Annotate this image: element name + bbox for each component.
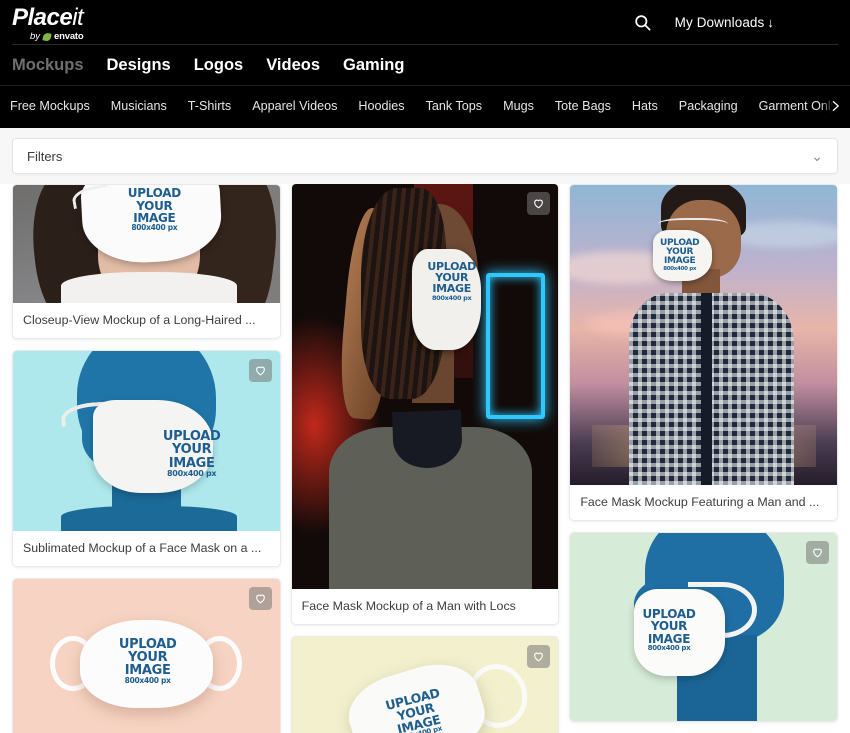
mockup-card[interactable]: UPLOAD YOUR IMAGE 800x400 px Closeup-Vie… xyxy=(12,184,281,339)
header-top-row: Placeit by envato My Downloads ↓ xyxy=(0,0,850,45)
heart-icon[interactable] xyxy=(248,587,272,610)
filters-dropdown[interactable]: Filters ⌄ xyxy=(12,138,838,174)
right-column: UPLOAD YOUR IMAGE 800x400 px Face Mask M… xyxy=(569,184,839,733)
card-thumbnail[interactable]: UPLOAD YOUR IMAGE 800x400 px xyxy=(13,579,280,733)
face-mask-shape xyxy=(411,248,481,351)
placeit-logo[interactable]: Placeit by envato xyxy=(12,3,84,42)
logo-byline: by envato xyxy=(30,30,84,42)
nav-item-gaming[interactable]: Gaming xyxy=(343,56,404,75)
mockup-card[interactable]: UPLOAD YOUR IMAGE 800x400 px xyxy=(290,636,560,733)
neon-light-shape xyxy=(486,273,546,419)
my-downloads-link[interactable]: My Downloads ↓ xyxy=(675,15,774,30)
site-header: Placeit by envato My Downloads ↓ Mockups … xyxy=(0,0,850,128)
card-title: Closeup-View Mockup of a Long-Haired ... xyxy=(23,313,256,327)
face-mask-shape xyxy=(93,399,213,494)
card-thumbnail[interactable]: UPLOAD YOUR IMAGE 800x400 px xyxy=(570,533,838,721)
plaid-shirt-shape xyxy=(629,293,795,485)
mockup-card[interactable]: UPLOAD YOUR IMAGE 800x400 px xyxy=(12,578,281,733)
card-thumbnail[interactable]: UPLOAD YOUR IMAGE 800x400 px xyxy=(570,185,838,485)
mockup-results-grid: UPLOAD YOUR IMAGE 800x400 px Closeup-Vie… xyxy=(0,184,850,733)
subnav-item-hoodies[interactable]: Hoodies xyxy=(358,99,404,113)
nav-item-videos[interactable]: Videos xyxy=(266,56,320,75)
heart-icon[interactable] xyxy=(248,359,272,382)
category-subnav: Free Mockups Musicians T-Shirts Apparel … xyxy=(0,85,850,125)
search-icon[interactable] xyxy=(633,13,653,33)
header-divider xyxy=(12,44,838,45)
card-title: Face Mask Mockup of a Man with Locs xyxy=(301,599,516,613)
nav-item-mockups[interactable]: Mockups xyxy=(12,56,84,75)
card-thumbnail[interactable]: UPLOAD YOUR IMAGE 800x400 px xyxy=(291,184,559,589)
subnav-item-free-mockups[interactable]: Free Mockups xyxy=(10,99,90,113)
filters-section: Filters ⌄ xyxy=(0,128,850,184)
shirt-shape xyxy=(61,272,237,303)
mannequin-shoulder-shape xyxy=(61,505,237,531)
subnav-item-packaging[interactable]: Packaging xyxy=(679,99,738,113)
face-mask-shape xyxy=(79,619,213,708)
logo-wordmark: Placeit xyxy=(12,3,84,31)
subnav-item-apparel-videos[interactable]: Apparel Videos xyxy=(252,99,337,113)
download-arrow-icon: ↓ xyxy=(767,15,774,30)
middle-column: UPLOAD YOUR IMAGE 800x400 px Face Mask M… xyxy=(290,184,560,733)
face-mask-shape xyxy=(653,230,712,281)
card-thumbnail[interactable]: UPLOAD YOUR IMAGE 800x400 px xyxy=(13,185,280,303)
face-mask-shape xyxy=(340,652,494,733)
subnav-item-tank-tops[interactable]: Tank Tops xyxy=(426,99,482,113)
chevron-down-icon: ⌄ xyxy=(811,148,823,164)
nav-item-designs[interactable]: Designs xyxy=(107,56,171,75)
envato-leaf-icon xyxy=(42,31,52,42)
eyeglasses-shape xyxy=(658,218,728,233)
subnav-item-musicians[interactable]: Musicians xyxy=(111,99,167,113)
mockup-card[interactable]: UPLOAD YOUR IMAGE 800x400 px Face Mask M… xyxy=(569,184,839,521)
filters-label: Filters xyxy=(27,148,63,164)
chevron-right-icon[interactable] xyxy=(820,86,850,125)
main-navigation: Mockups Designs Logos Videos Gaming xyxy=(0,45,850,85)
shirt-placket-shape xyxy=(701,293,712,485)
subnav-item-t-shirts[interactable]: T-Shirts xyxy=(188,99,231,113)
face-mask-shape xyxy=(634,589,725,676)
mockup-card[interactable]: UPLOAD YOUR IMAGE 800x400 px Face Mask M… xyxy=(290,184,560,625)
header-actions: My Downloads ↓ xyxy=(633,0,774,45)
subnav-item-mugs[interactable]: Mugs xyxy=(503,99,534,113)
mockup-card[interactable]: UPLOAD YOUR IMAGE 800x400 px Sublimated … xyxy=(12,350,281,567)
subnav-item-tote-bags[interactable]: Tote Bags xyxy=(555,99,611,113)
mockup-card[interactable]: UPLOAD YOUR IMAGE 800x400 px xyxy=(569,532,839,722)
subnav-item-hats[interactable]: Hats xyxy=(632,99,658,113)
card-thumbnail[interactable]: UPLOAD YOUR IMAGE 800x400 px xyxy=(13,351,280,531)
heart-icon[interactable] xyxy=(527,192,551,215)
heart-icon[interactable] xyxy=(806,541,830,564)
nav-item-logos[interactable]: Logos xyxy=(194,56,244,75)
card-thumbnail[interactable]: UPLOAD YOUR IMAGE 800x400 px xyxy=(291,637,559,733)
left-column: UPLOAD YOUR IMAGE 800x400 px Closeup-Vie… xyxy=(12,184,281,733)
heart-icon[interactable] xyxy=(527,645,551,668)
card-title: Face Mask Mockup Featuring a Man and ... xyxy=(580,495,820,509)
card-title: Sublimated Mockup of a Face Mask on a ..… xyxy=(23,541,262,555)
